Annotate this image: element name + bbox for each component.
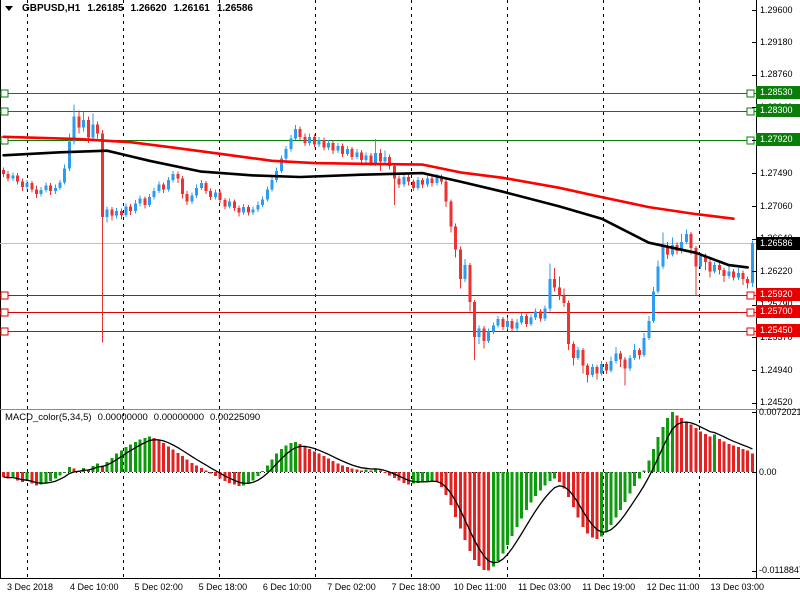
ma-fast-line xyxy=(2,149,750,269)
time-tick-label: 10 Dec 11:00 xyxy=(453,582,507,592)
price-tick-label: 1.27490 xyxy=(760,167,793,178)
resistance-price-badge: 1.27920 xyxy=(756,133,800,147)
time-tick-label: 5 Dec 18:00 xyxy=(198,582,248,592)
candles-layer xyxy=(2,104,754,386)
price-tick-label: 1.28760 xyxy=(760,69,793,80)
ohlc-low: 1.26161 xyxy=(173,3,210,14)
ohlc-high: 1.26620 xyxy=(130,3,167,14)
macd-max-label: 0.0072021 xyxy=(759,406,800,417)
support-price-badge: 1.25700 xyxy=(756,305,800,318)
time-tick-label: 11 Dec 19:00 xyxy=(582,582,636,592)
macd-zero-label: 0.00 xyxy=(759,466,777,477)
macd-min-label: -0.0118847 xyxy=(759,565,800,576)
price-tick-label: 1.27060 xyxy=(760,200,793,211)
chart-title-row: GBPUSD,H1 1.26185 1.26620 1.26161 1.2658… xyxy=(5,3,253,14)
price-tick-label: 1.29600 xyxy=(760,4,793,15)
chart-canvas[interactable] xyxy=(0,0,800,600)
macd-name-label: MACD_color(5,34,5) xyxy=(5,412,92,423)
macd-value-2: 0.00000000 xyxy=(153,412,204,423)
ohlc-close: 1.26586 xyxy=(216,3,253,14)
frame-layer xyxy=(0,0,800,579)
time-tick-label: 12 Dec 11:00 xyxy=(646,582,700,592)
resistance-price-badge: 1.28300 xyxy=(756,104,800,117)
symbol-timeframe-label: GBPUSD,H1 xyxy=(22,3,81,14)
time-tick-label: 6 Dec 10:00 xyxy=(262,582,312,592)
current-price-badge: 1.26586 xyxy=(756,236,800,250)
grid-layer xyxy=(27,0,700,578)
macd-indicator-row: MACD_color(5,34,5) 0.00000000 0.00000000… xyxy=(5,412,260,423)
chevron-down-icon xyxy=(5,6,13,11)
time-tick-label: 5 Dec 02:00 xyxy=(134,582,183,592)
levels-layer[interactable] xyxy=(0,89,756,336)
price-tick-label: 1.29180 xyxy=(760,36,793,47)
support-price-badge: 1.25920 xyxy=(756,288,800,301)
resistance-price-badge: 1.28530 xyxy=(756,86,800,100)
macd-signal-line xyxy=(3,421,753,564)
chart-window: GBPUSD,H1 1.26185 1.26620 1.26161 1.2658… xyxy=(0,0,800,600)
time-tick-label: 13 Dec 03:00 xyxy=(710,582,765,592)
time-tick-label: 7 Dec 02:00 xyxy=(327,582,376,592)
macd-value-3: 0.00225090 xyxy=(210,412,261,423)
time-tick-label: 7 Dec 18:00 xyxy=(391,582,441,592)
time-tick-label: 4 Dec 10:00 xyxy=(70,582,119,592)
ohlc-open: 1.26185 xyxy=(87,3,124,14)
time-tick-label: 11 Dec 03:00 xyxy=(517,582,571,592)
price-tick-label: 1.26220 xyxy=(760,265,793,276)
support-price-badge: 1.25450 xyxy=(756,324,800,338)
price-tick-label: 1.24940 xyxy=(760,364,793,375)
ma-slow-line xyxy=(2,135,735,220)
time-tick-label: 3 Dec 2018 xyxy=(6,582,54,592)
macd-value-1: 0.00000000 xyxy=(97,412,148,423)
